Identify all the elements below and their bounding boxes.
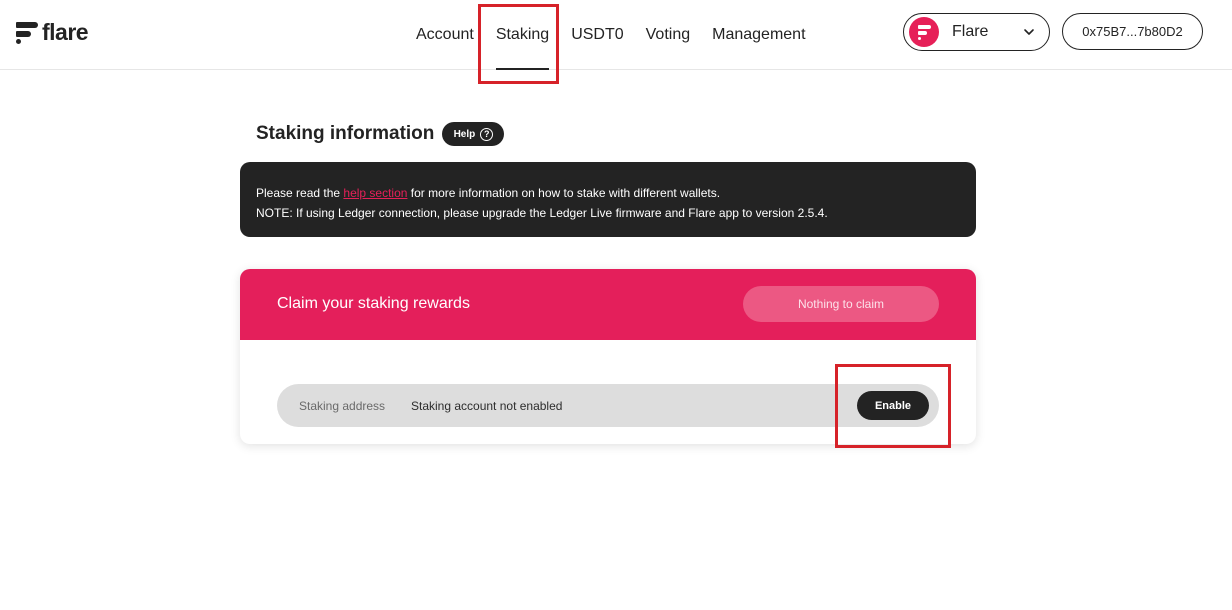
nothing-to-claim-button[interactable]: Nothing to claim bbox=[743, 286, 939, 322]
enable-button[interactable]: Enable bbox=[857, 391, 929, 420]
info-line-1: Please read the help section for more in… bbox=[256, 186, 721, 200]
info-notice: Please read the help section for more in… bbox=[240, 162, 976, 237]
network-label: Flare bbox=[952, 23, 989, 40]
chevron-down-icon bbox=[1024, 29, 1034, 35]
logo-text: flare bbox=[42, 18, 89, 45]
help-section-link[interactable]: help section bbox=[343, 186, 407, 200]
help-button[interactable]: Help ? bbox=[442, 122, 505, 146]
nav-usdt0[interactable]: USDT0 bbox=[560, 0, 634, 70]
rewards-title: Claim your staking rewards bbox=[277, 295, 470, 312]
wallet-address-button[interactable]: 0x75B7...7b80D2 bbox=[1062, 13, 1203, 50]
title-row: Staking information Help ? bbox=[256, 122, 505, 146]
nav-management[interactable]: Management bbox=[701, 0, 816, 70]
nav-voting[interactable]: Voting bbox=[635, 0, 701, 70]
staking-rewards-card: Claim your staking rewards Nothing to cl… bbox=[240, 269, 976, 444]
flare-network-icon bbox=[909, 17, 939, 47]
staking-address-value: Staking account not enabled bbox=[411, 399, 563, 413]
help-label: Help bbox=[453, 128, 476, 140]
rewards-card-header: Claim your staking rewards Nothing to cl… bbox=[240, 269, 976, 340]
network-select[interactable]: Flare bbox=[903, 13, 1050, 51]
question-icon: ? bbox=[480, 127, 494, 141]
flare-logo-icon bbox=[16, 21, 38, 44]
staking-address-label: Staking address bbox=[299, 399, 386, 413]
nav-staking[interactable]: Staking bbox=[485, 0, 560, 70]
nav-account[interactable]: Account bbox=[405, 0, 485, 70]
page-title: Staking information bbox=[256, 123, 435, 144]
top-header: flare Account Staking USDT0 Voting Manag… bbox=[0, 0, 1232, 70]
info-line-2: NOTE: If using Ledger connection, please… bbox=[256, 206, 828, 220]
staking-address-row: Staking address Staking account not enab… bbox=[277, 384, 939, 427]
flare-logo[interactable]: flare bbox=[16, 18, 89, 45]
main-nav: Account Staking USDT0 Voting Management bbox=[405, 0, 817, 70]
